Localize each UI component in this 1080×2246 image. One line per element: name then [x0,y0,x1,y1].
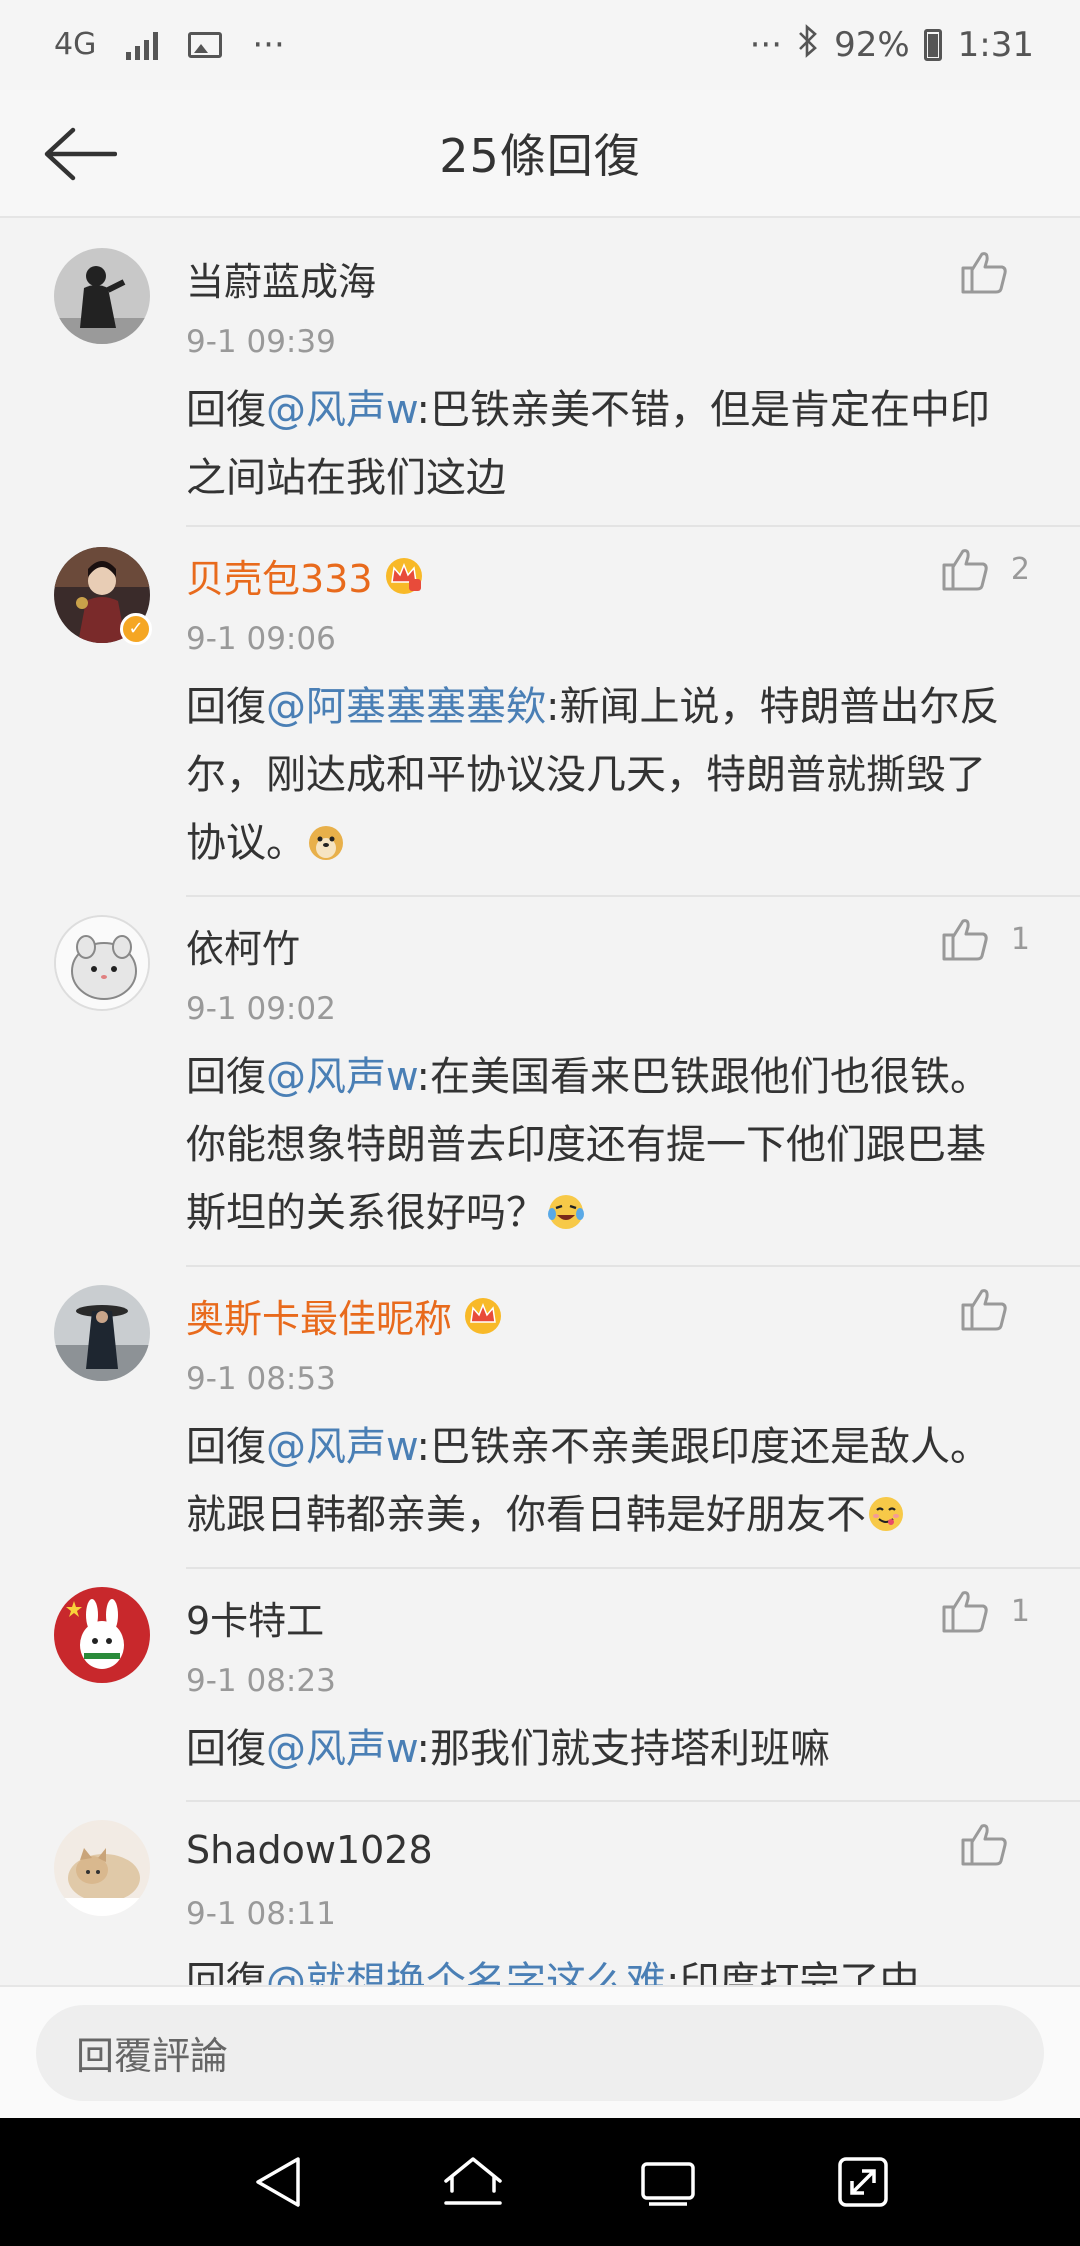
like-button[interactable]: 1 [941,1589,1030,1633]
comment-item[interactable]: 9卡特工 9-1 08:23 回復@风声w:那我们就支持塔利班嘛 1 [0,1569,1080,1800]
avatar[interactable] [54,1285,150,1381]
comment-author[interactable]: 奥斯卡最佳昵称 [186,1288,452,1343]
network-indicator: 4G [54,27,97,62]
header: 25條回復 [0,90,1080,218]
reply-prefix: 回復 [186,1054,266,1100]
clock: 1:31 [957,25,1034,65]
like-button[interactable] [960,1822,1030,1866]
system-navigation-bar [0,2118,1080,2246]
thumbs-up-icon [942,919,988,961]
comment-text: 回復@风声w:巴铁亲美不错，但是肯定在中印之间站在我们这边 [186,376,1040,512]
reply-prefix: 回復 [186,1959,266,1985]
avatar[interactable] [54,248,150,344]
avatar[interactable] [54,1820,150,1916]
comment-item[interactable]: 奥斯卡最佳昵称 9-1 08:53 回復@风声w:巴铁亲不亲美跟印度还是敌人。就… [0,1267,1080,1567]
vip-crown-icon [465,1298,502,1334]
comment-time: 9-1 09:39 [186,324,336,360]
nav-recents-button[interactable] [628,2142,708,2222]
comment-author[interactable]: Shadow1028 [186,1814,1040,1886]
thumbs-up-icon [961,1289,1007,1331]
comment-time: 9-1 08:23 [186,1663,336,1699]
status-bar: 4G ··· ··· 92% 1:31 [0,0,1080,90]
comment-author[interactable]: 贝壳包333 [186,548,373,603]
comment-author-row: 贝壳包333 [186,539,1040,611]
comment-time: 9-1 08:11 [186,1896,336,1932]
nav-home-button[interactable] [433,2142,513,2222]
comment-item[interactable]: 依柯竹 9-1 09:02 回復@风声w:在美国看来巴铁跟他们也很铁。你能想象特… [0,897,1080,1265]
back-arrow-icon [44,127,117,181]
thumbs-up-icon [961,1824,1007,1866]
thumbs-up-icon [942,1591,988,1633]
mention-link[interactable]: @阿塞塞塞塞欸 [266,684,546,730]
like-button[interactable]: 2 [941,547,1030,591]
doge-emoji-icon [309,826,343,860]
yum-emoji-icon [869,1497,903,1531]
more-notifications-icon: ··· [252,25,285,65]
comment-author-row: 奥斯卡最佳昵称 [186,1279,1040,1351]
comment-time: 9-1 09:02 [186,991,336,1027]
like-button[interactable] [960,1287,1030,1331]
comment-author[interactable]: 依柯竹 [186,909,1040,981]
signal-icon [126,30,159,60]
recents-icon [640,2162,695,2206]
page-title: 25條回復 [439,129,641,183]
comment-text: 回復@阿塞塞塞塞欸:新闻上说，特朗普出尔反尔，刚达成和平协议没几天，特朗普就撕毁… [186,673,1040,877]
like-button[interactable]: 1 [941,917,1030,961]
like-count: 1 [1010,1593,1030,1629]
avatar[interactable] [54,915,150,1011]
comment-time: 9-1 08:53 [186,1361,336,1397]
comment-item[interactable]: Shadow1028 9-1 08:11 回復@就想换个名字这么难:印度打完了中 [0,1802,1080,1985]
mention-link[interactable]: @风声w [266,387,417,433]
reply-prefix: 回復 [186,387,266,433]
comment-author[interactable]: 当蔚蓝成海 [186,242,1040,314]
comment-item[interactable]: ✓ 贝壳包333 9-1 09:06 回復@阿塞塞塞塞欸:新闻上说，特朗普出尔反… [0,527,1080,895]
reply-prefix: 回復 [186,1726,266,1772]
mention-link[interactable]: @风声w [266,1054,417,1100]
triangle-back-icon [255,2157,300,2207]
comment-author[interactable]: 9卡特工 [186,1581,1040,1653]
back-button[interactable] [40,116,120,192]
comment-text: 回復@风声w:那我们就支持塔利班嘛 [186,1715,1040,1783]
laughing-tears-emoji-icon [548,1195,584,1229]
nav-back-button[interactable] [238,2142,318,2222]
verified-badge-icon: ✓ [120,613,152,645]
home-icon [443,2157,502,2205]
comment-text: 回復@风声w:巴铁亲不亲美跟印度还是敌人。就跟日韩都亲美，你看日韩是好朋友不 [186,1413,1040,1549]
comment-content: :那我们就支持塔利班嘛 [416,1726,831,1772]
thumbs-up-icon [961,252,1007,294]
like-count: 1 [1010,921,1030,957]
mention-link[interactable]: @就想换个名字这么难 [266,1959,666,1985]
comment-list[interactable]: 当蔚蓝成海 9-1 09:39 回復@风声w:巴铁亲美不错，但是肯定在中印之间站… [0,220,1080,1985]
reply-placeholder: 回覆評論 [76,2034,229,2078]
more-status-icon: ··· [749,25,783,65]
comment-text: 回復@就想换个名字这么难:印度打完了中 [186,1948,1040,1985]
expand-icon [837,2157,888,2207]
mention-link[interactable]: @风声w [266,1424,417,1470]
vip-crown-icon [385,558,422,594]
comment-time: 9-1 09:06 [186,621,336,657]
battery-icon [923,29,942,61]
comment-content: :印度打完了中 [666,1959,920,1985]
bluetooth-icon [796,23,820,67]
reply-comment-input[interactable]: 回覆評論 [36,2004,1044,2101]
comment-item[interactable]: 当蔚蓝成海 9-1 09:39 回復@风声w:巴铁亲美不错，但是肯定在中印之间站… [0,220,1080,525]
avatar[interactable] [54,1587,150,1683]
image-notification-icon [188,32,223,58]
reply-prefix: 回復 [186,684,266,730]
thumbs-up-icon [942,549,988,591]
like-button[interactable] [960,250,1030,294]
reply-prefix: 回復 [186,1424,266,1470]
like-count: 2 [1010,551,1030,587]
reply-bar: 回覆評論 [0,1985,1080,2118]
comment-text: 回復@风声w:在美国看来巴铁跟他们也很铁。你能想象特朗普去印度还有提一下他们跟巴… [186,1043,1040,1247]
mention-link[interactable]: @风声w [266,1726,417,1772]
nav-expand-button[interactable] [823,2142,903,2222]
battery-percent: 92% [834,25,910,65]
